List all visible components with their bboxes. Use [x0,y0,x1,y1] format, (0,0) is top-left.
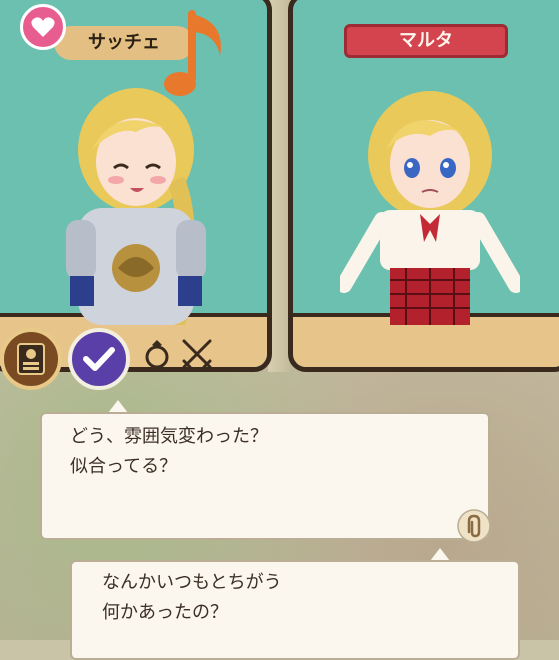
select-check-button[interactable] [68,328,130,390]
music-note-icon [164,10,221,96]
heart-icon [31,17,55,37]
right-character-name: マルタ [399,30,453,51]
dialog-1-line-2: 似合ってる？ [70,456,178,477]
dialog-2-line-1: なんかいつもとちがう [102,572,282,593]
check-icon [83,347,115,371]
profile-button[interactable] [0,328,62,390]
ring-icon[interactable] [140,337,174,371]
left-character-name: サッチェ [88,32,160,53]
dialog-box-maruta[interactable]: なんかいつもとちがう 何かあったの？ [70,560,520,660]
profile-card-icon [17,343,45,375]
dialog-1-line-1: どう、雰囲気変わった？ [70,426,268,447]
crossed-swords-icon[interactable] [180,337,214,371]
affection-badge[interactable] [20,4,66,50]
character-sacche-portrait [66,88,206,325]
paperclip-icon[interactable] [456,508,492,544]
right-character-nameplate: マルタ [344,24,508,58]
dialog-box-sacche[interactable]: どう、雰囲気変わった？ 似合ってる？ [40,412,490,540]
character-maruta-portrait [340,91,520,325]
dialog-2-line-2: 何かあったの？ [102,602,228,623]
